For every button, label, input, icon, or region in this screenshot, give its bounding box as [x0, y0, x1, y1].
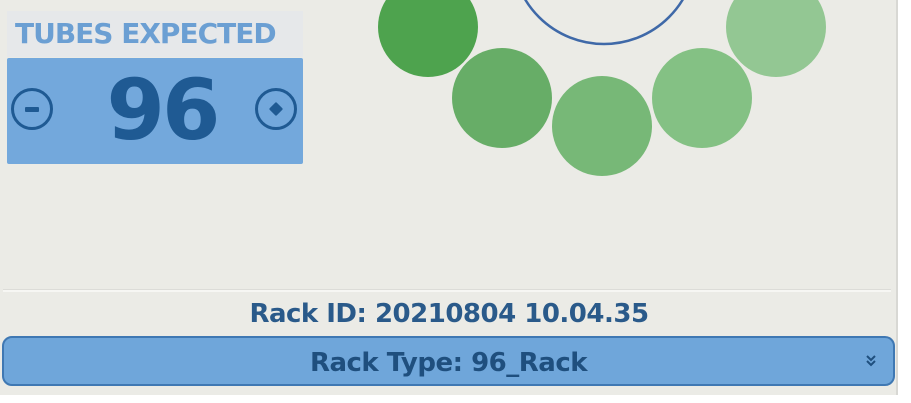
- outline-circle: [524, 0, 684, 46]
- plus-circle-icon: [258, 91, 294, 127]
- decrement-button[interactable]: [11, 88, 53, 130]
- tube-circle-3: [552, 76, 652, 176]
- double-chevron-down-icon: [866, 355, 876, 367]
- tubes-expected-title: TUBES EXPECTED: [7, 11, 303, 57]
- main-panel: TUBES EXPECTED 96 Rack ID: 20210804 10.0…: [0, 0, 898, 395]
- rack-type-dropdown[interactable]: Rack Type: 96_Rack: [2, 336, 895, 386]
- minus-circle-icon: [14, 91, 50, 127]
- tubes-expected-value: 96: [106, 61, 221, 159]
- rack-type-label: Rack Type: 96_Rack: [309, 348, 588, 378]
- panel-edge: [896, 0, 898, 395]
- tube-circle-5: [726, 0, 826, 77]
- increment-button[interactable]: [255, 88, 297, 130]
- tubes-expected-stepper: 96: [7, 58, 303, 164]
- tube-circle-4: [652, 48, 752, 148]
- rack-id-label: Rack ID: 20210804 10.04.35: [249, 299, 649, 329]
- tube-circle-2: [452, 48, 552, 148]
- tube-circle-1: [378, 0, 478, 77]
- tube-rack-panel: TUBES EXPECTED 96 Rack ID: 20210804 10.0…: [0, 0, 911, 403]
